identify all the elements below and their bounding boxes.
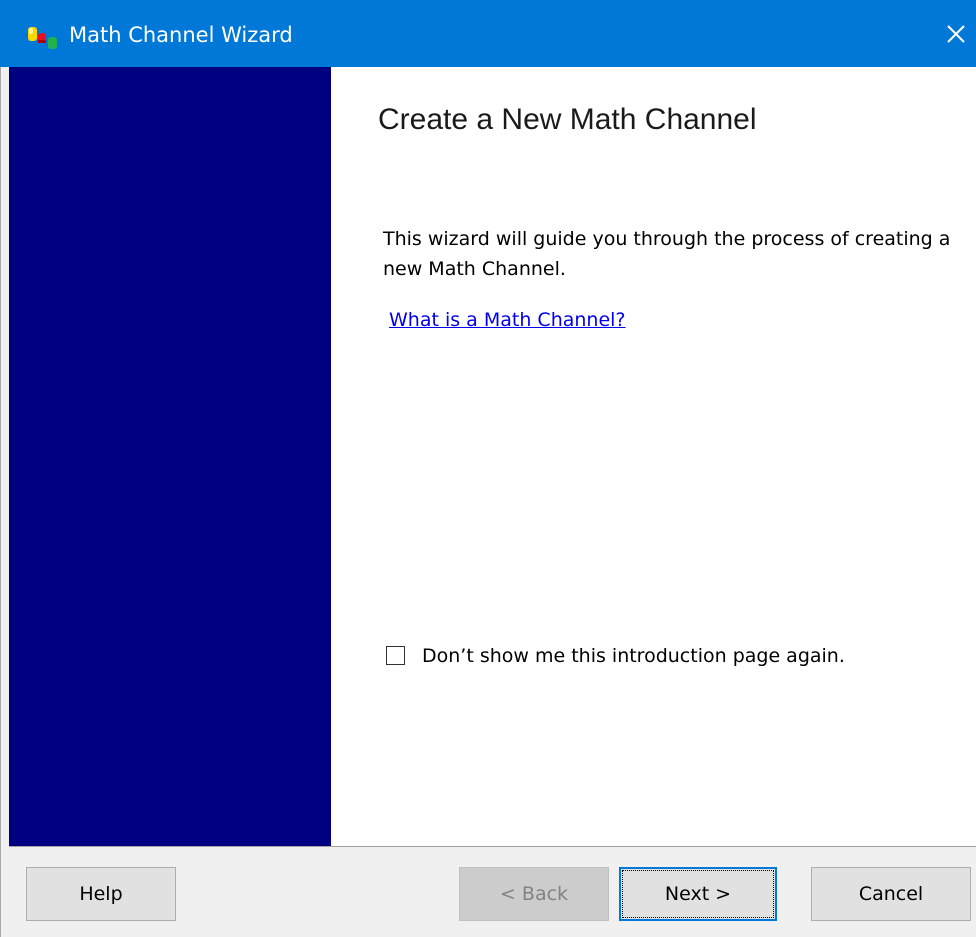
dont-show-again-checkbox[interactable] [386,646,405,665]
next-button[interactable]: Next > [619,867,777,921]
math-channel-wizard-window: Math Channel Wizard Create a New Math Ch… [0,0,976,937]
title-bar[interactable]: Math Channel Wizard [0,0,976,67]
dont-show-again-label[interactable]: Don’t show me this introduction page aga… [422,643,845,669]
cancel-button[interactable]: Cancel [811,867,971,921]
window-title: Math Channel Wizard [69,23,293,47]
wizard-side-panel [9,67,331,846]
wizard-content: Create a New Math Channel This wizard wi… [331,67,976,846]
back-button: < Back [459,867,609,921]
wizard-footer: Help < Back Next > Cancel [9,846,976,937]
page-title: Create a New Math Channel [378,103,757,136]
intro-text: This wizard will guide you through the p… [383,228,951,280]
next-button-label[interactable]: Next > [622,870,774,918]
close-icon[interactable] [936,14,976,54]
what-is-math-channel-link[interactable]: What is a Math Channel? [389,306,626,334]
math-channel-icon [28,27,57,49]
help-button[interactable]: Help [26,867,176,921]
